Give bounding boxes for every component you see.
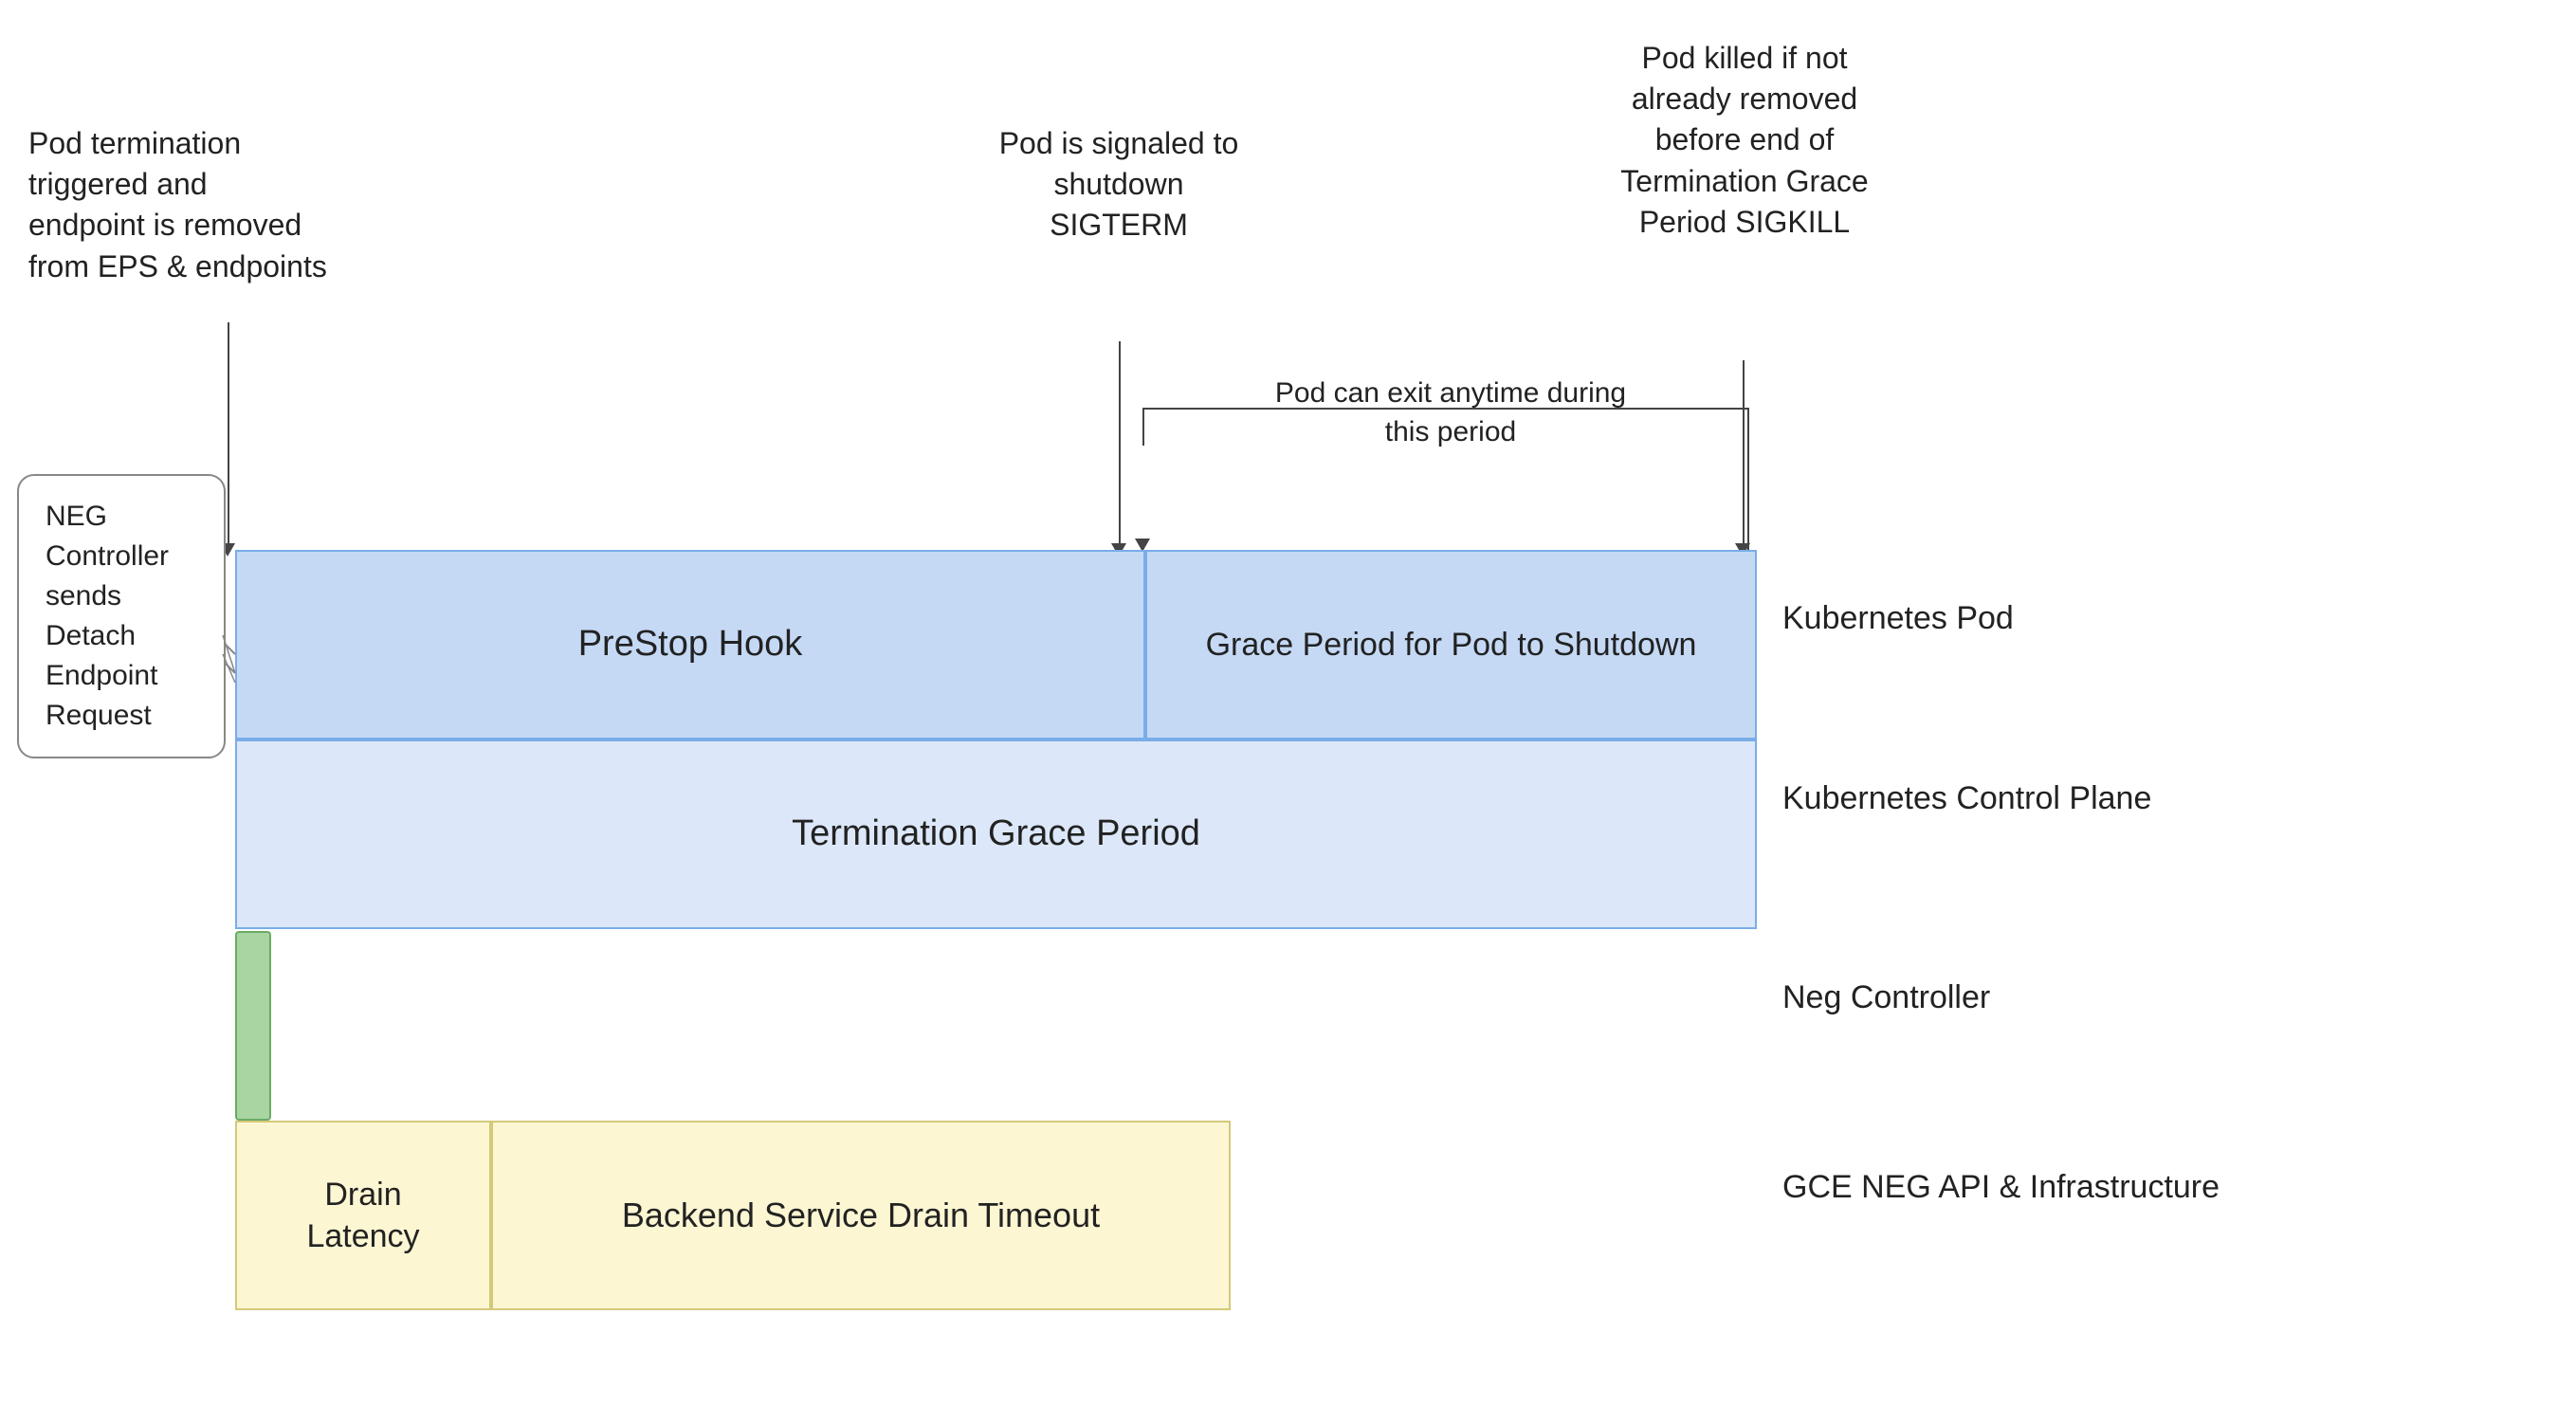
grace-period-box: Grace Period for Pod to Shutdown: [1145, 550, 1757, 740]
grace-period-label: Grace Period for Pod to Shutdown: [1206, 624, 1697, 666]
pod-killed-arrow: [1743, 360, 1745, 545]
gce-neg-label: GCE NEG API & Infrastructure: [1782, 1166, 2220, 1210]
pod-can-exit-bracket-right-vline: [1747, 408, 1749, 555]
neg-bubble-label: NEG Controller sends Detach Endpoint Req…: [46, 501, 169, 731]
backend-service-drain-box: Backend Service Drain Timeout: [491, 1121, 1231, 1310]
backend-service-drain-label: Backend Service Drain Timeout: [622, 1194, 1100, 1238]
prestop-hook-box: PreStop Hook: [235, 550, 1145, 740]
pod-termination-arrow: [228, 322, 229, 545]
pod-can-exit-bracket-left-vline: [1142, 408, 1144, 446]
kubernetes-control-plane-label: Kubernetes Control Plane: [1782, 777, 2151, 821]
termination-grace-period-label: Termination Grace Period: [792, 811, 1200, 857]
drain-latency-label: Drain Latency: [306, 1174, 419, 1257]
neg-controller-box: [235, 931, 271, 1121]
pod-termination-annotation: Pod termination triggered and endpoint i…: [28, 123, 332, 287]
termination-grace-period-box: Termination Grace Period: [235, 740, 1757, 929]
neg-bubble: NEG Controller sends Detach Endpoint Req…: [17, 474, 226, 758]
pod-killed-annotation: Pod killed if not already removed before…: [1593, 38, 1896, 243]
pod-signaled-arrow: [1119, 341, 1121, 545]
diagram-container: Pod termination triggered and endpoint i…: [0, 0, 2576, 1406]
pod-can-exit-annotation: Pod can exit anytime during this period: [1270, 374, 1631, 451]
drain-latency-box: Drain Latency: [235, 1121, 491, 1310]
neg-controller-label: Neg Controller: [1782, 977, 1990, 1020]
pod-signaled-annotation: Pod is signaled to shutdown SIGTERM: [996, 123, 1242, 247]
kubernetes-pod-label: Kubernetes Pod: [1782, 597, 2014, 641]
prestop-hook-label: PreStop Hook: [578, 621, 803, 667]
